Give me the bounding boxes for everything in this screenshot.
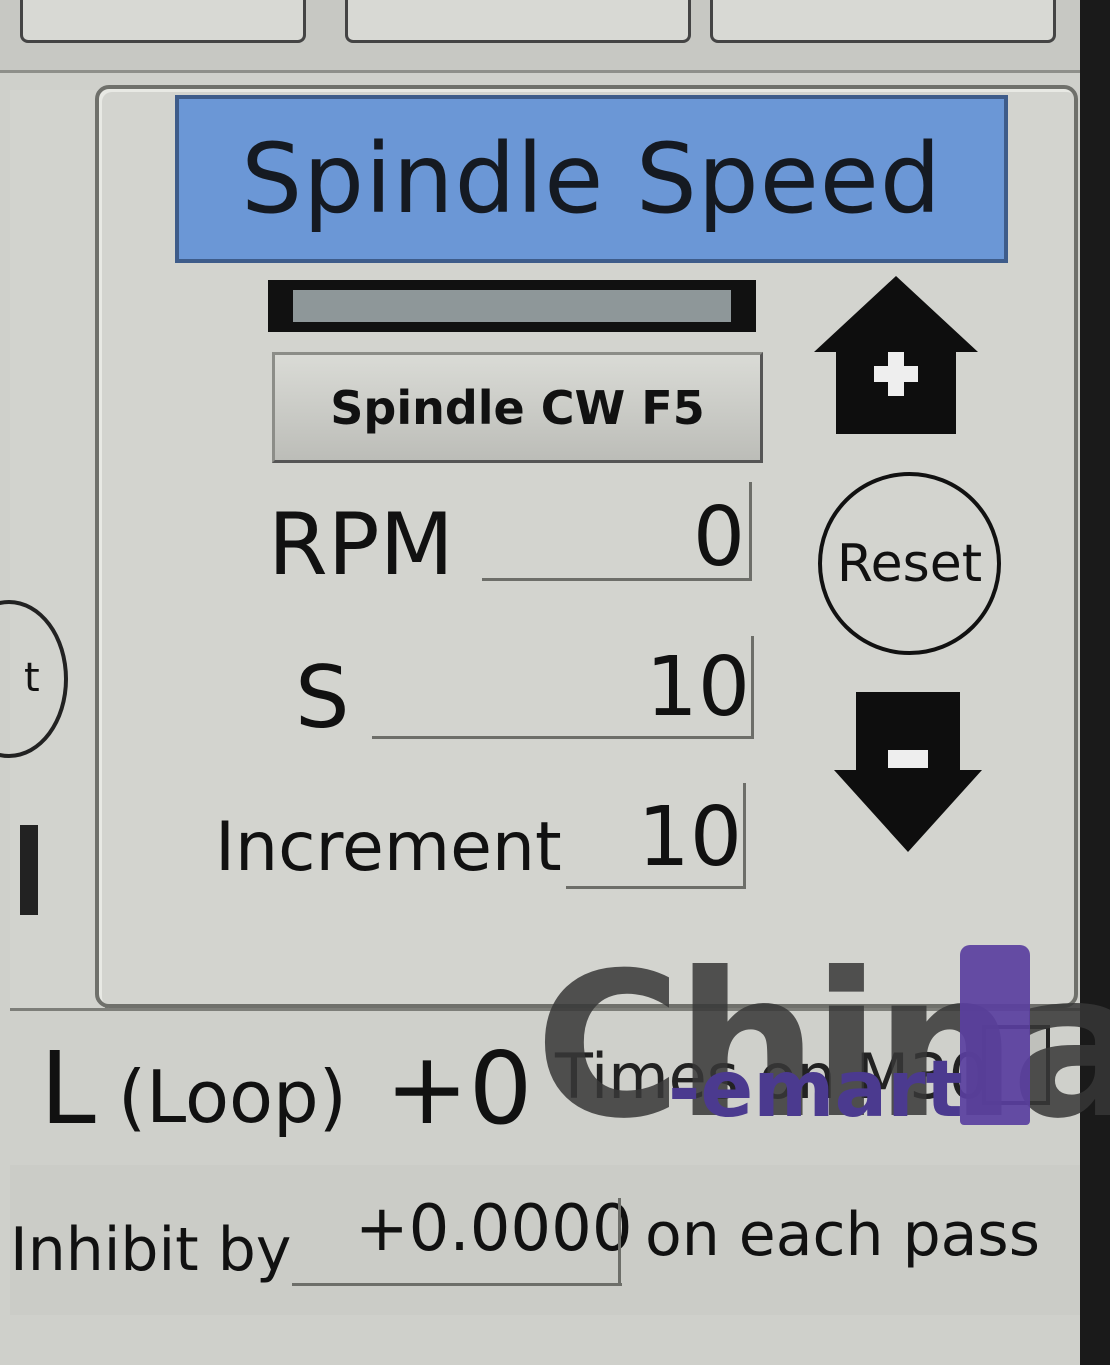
s-value[interactable]: 10 — [560, 640, 750, 735]
loop-letter: L — [40, 1030, 96, 1147]
spindle-cw-button[interactable]: Spindle CW F5 — [272, 352, 763, 463]
loop-value[interactable]: +0 — [385, 1030, 532, 1147]
rpm-label: RPM — [268, 495, 454, 595]
increment-field-edge — [743, 783, 746, 889]
spindle-speed-bar — [268, 280, 756, 332]
top-tab-button[interactable] — [710, 0, 1056, 43]
s-field-edge — [751, 636, 754, 739]
minus-arrow-down-icon[interactable] — [832, 690, 984, 860]
inhibit-suffix: on each pass — [645, 1200, 1040, 1270]
top-tab-button[interactable] — [345, 0, 691, 43]
rpm-field-underline — [482, 578, 752, 581]
inhibit-label: Inhibit by — [10, 1215, 292, 1285]
increment-field-underline — [566, 886, 746, 889]
top-toolbar — [0, 0, 1110, 73]
plus-arrow-up-icon[interactable] — [810, 272, 982, 442]
inhibit-value[interactable]: +0.0000 — [355, 1192, 633, 1266]
watermark-sub: -emart — [668, 1045, 963, 1135]
reset-button[interactable]: Reset — [818, 472, 1001, 655]
loop-label: (Loop) — [118, 1055, 347, 1139]
watermark-digit-logo — [960, 945, 1030, 1125]
top-tab-button[interactable] — [20, 0, 306, 43]
increment-label: Increment — [215, 808, 562, 887]
inhibit-field-underline — [292, 1283, 622, 1286]
left-panel: t — [0, 90, 108, 1010]
s-label: S — [295, 648, 350, 748]
s-field-underline — [372, 736, 754, 739]
spindle-speed-bar-fill — [293, 290, 731, 322]
inhibit-field-edge — [618, 1198, 621, 1286]
increment-value[interactable]: 10 — [560, 790, 742, 885]
left-button-label: t — [24, 655, 40, 701]
rpm-value: 0 — [692, 490, 745, 585]
rpm-field-edge — [749, 482, 752, 581]
panel-title: Spindle Speed — [175, 95, 1008, 263]
left-arrow-icon[interactable] — [20, 825, 38, 915]
